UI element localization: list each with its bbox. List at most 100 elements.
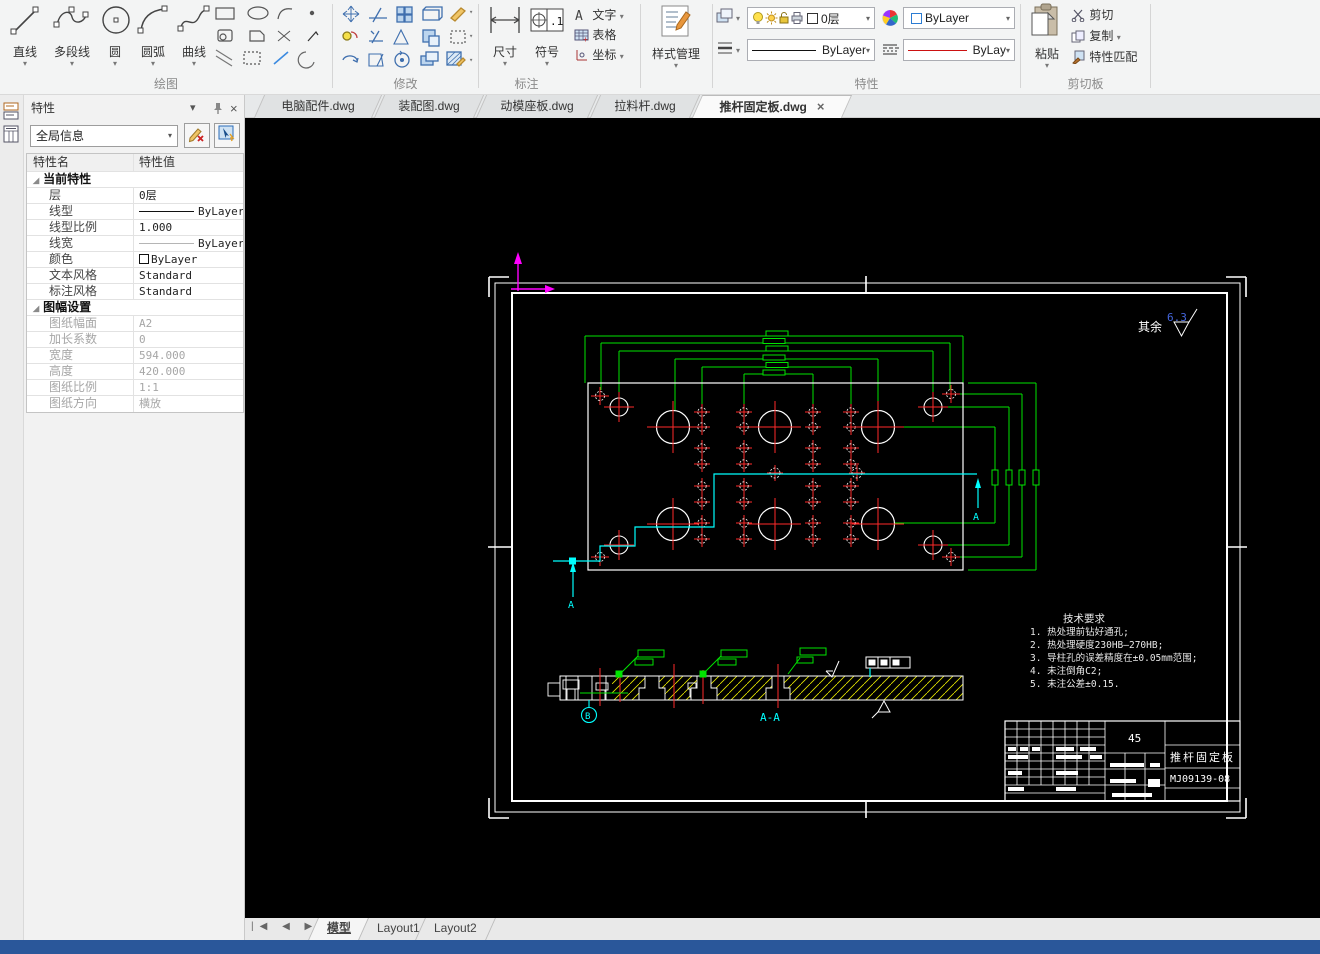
pin-icon[interactable]	[212, 102, 224, 115]
polyline-button[interactable]: 多段线 ▾	[46, 3, 98, 71]
collapse-icon: ◢	[33, 176, 40, 185]
ribbon-group-modify: ▾ ▾ ▾ 修改	[333, 0, 478, 95]
svg-text:5. 未注公差±0.15.: 5. 未注公差±0.15.	[1030, 678, 1119, 690]
chevron-down-icon[interactable]: ▾	[1028, 62, 1066, 70]
section-label-right: A	[973, 512, 979, 523]
chevron-down-icon[interactable]: ▾	[736, 46, 740, 55]
chevron-down-icon[interactable]: ▾	[1006, 14, 1010, 23]
properties-palette-icon[interactable]	[3, 101, 21, 121]
match-properties-button[interactable]: 特性匹配	[1071, 48, 1137, 66]
panel-dropdown-icon[interactable]: ▾	[190, 101, 196, 114]
lock-icon	[779, 12, 789, 24]
chevron-down-icon[interactable]: ▾	[620, 52, 624, 61]
status-strip	[0, 940, 1320, 954]
linetype-select[interactable]: ByLay ▾	[903, 39, 1015, 61]
color-swatch	[139, 254, 149, 264]
section-label-left: A	[568, 600, 574, 611]
table-header: 特性名 特性值	[27, 154, 243, 172]
panel-close-icon[interactable]: ×	[230, 101, 238, 116]
prop-row-lengthen: 加长系数 0	[27, 332, 243, 348]
chevron-down-icon[interactable]: ▾	[866, 46, 870, 55]
lineweight-preview	[139, 243, 194, 244]
doc-tab-5-active[interactable]: 推杆固定板.dwg ×	[697, 95, 847, 118]
lineweight-tools-button[interactable]	[716, 40, 734, 58]
symbol-button[interactable]: .1 符号 ▾	[528, 3, 566, 71]
lineweight-value: ByLayer	[821, 43, 866, 57]
prop-row-layer: 层 0层	[27, 188, 243, 204]
color-wheel-icon	[882, 10, 898, 26]
svg-text:.1: .1	[550, 15, 563, 28]
text-button[interactable]: A 文字 ▾	[574, 6, 624, 24]
dimension-label: 尺寸	[492, 45, 517, 59]
properties-panel: 特性 ▾ × 全局信息 ▾ 特性名 特性值 ◢ 当前特性 层 0层 线型 ByL…	[0, 95, 245, 940]
paste-button[interactable]: 粘贴 ▾	[1028, 3, 1066, 71]
doc-tab-4[interactable]: 拉料杆.dwg	[595, 95, 695, 118]
chevron-down-icon[interactable]: ▾	[133, 60, 173, 68]
chevron-down-icon[interactable]: ▾	[866, 14, 870, 23]
layer-select[interactable]: 0层 ▾	[747, 7, 875, 29]
svg-text:4. 未注倒角C2;: 4. 未注倒角C2;	[1030, 665, 1102, 677]
cut-button[interactable]: 剪切	[1071, 6, 1113, 24]
chevron-down-icon[interactable]: ▾	[620, 12, 624, 21]
chevron-down-icon[interactable]: ▾	[486, 60, 524, 68]
application-window: 直线 ▾ 多段线 ▾ 圆 ▾ 圆弧 ▾ 曲线 ▾ 绘图 ▾ ▾ ▾ 修改 尺寸 …	[0, 0, 1320, 954]
table-button[interactable]: + 表格	[574, 26, 616, 44]
title-block: 45 推杆固定板 MJ09139-08	[1004, 720, 1241, 802]
style-manager-button[interactable]: 样式管理 ▾	[644, 3, 708, 71]
top-dimension-labels	[762, 330, 789, 376]
scope-select[interactable]: 全局信息 ▾	[30, 125, 178, 147]
cad-drawing: 其余 6.3 A A B A-A 技术要求 1. 热处理前钻好通孔; 2. 热处…	[488, 252, 1247, 819]
edit-properties-button[interactable]	[184, 123, 210, 148]
chevron-down-icon[interactable]: ▾	[644, 62, 708, 70]
modify-icons[interactable]: ▾ ▾ ▾	[339, 4, 475, 72]
close-icon[interactable]: ×	[817, 99, 825, 114]
tab-model[interactable]: 模型	[313, 918, 365, 940]
library-palette-icon[interactable]	[3, 125, 21, 145]
doc-tab-2[interactable]: 装配图.dwg	[379, 95, 479, 118]
dimension-icon	[490, 7, 520, 33]
doc-tab-1[interactable]: 电脑配件.dwg	[259, 95, 377, 118]
properties-table: 特性名 特性值 ◢ 当前特性 层 0层 线型 ByLayer 线型比例 1.000…	[26, 153, 244, 413]
sun-icon	[765, 11, 778, 25]
chevron-down-icon[interactable]: ▾	[100, 60, 130, 68]
color-select[interactable]: ByLayer ▾	[903, 7, 1015, 29]
style-manager-label: 样式管理	[651, 47, 700, 61]
circle-button[interactable]: 圆 ▾	[100, 3, 130, 71]
coordinate-button[interactable]: 坐标 ▾	[574, 46, 624, 64]
svg-text:+: +	[583, 35, 588, 42]
draw-extra-icons[interactable]	[214, 4, 330, 70]
doc-tab-3[interactable]: 动模座板.dwg	[481, 95, 593, 118]
pick-object-button[interactable]	[214, 123, 240, 148]
ribbon-group-annotate: 尺寸 ▾ .1 符号 ▾ A 文字 ▾ + 表格 坐标 ▾ 标注	[479, 0, 640, 95]
hole-features	[591, 385, 960, 566]
brush-icon	[1072, 50, 1085, 65]
prop-row-linetype-scale: 线型比例 1.000	[27, 220, 243, 236]
drawing-canvas[interactable]: 其余 6.3 A A B A-A 技术要求 1. 热处理前钻好通孔; 2. 热处…	[245, 118, 1320, 918]
chevron-down-icon[interactable]: ▾	[1117, 33, 1121, 42]
chevron-down-icon[interactable]: ▾	[6, 60, 44, 68]
lineweight-select[interactable]: ByLayer ▾	[747, 39, 875, 61]
chevron-down-icon[interactable]: ▾	[736, 14, 740, 23]
chevron-down-icon[interactable]: ▾	[528, 60, 566, 68]
line-button[interactable]: 直线 ▾	[6, 3, 44, 71]
layer-tools-button[interactable]	[716, 8, 734, 26]
dimension-button[interactable]: 尺寸 ▾	[486, 3, 524, 71]
svg-text:A: A	[575, 9, 583, 22]
copy-button[interactable]: 复制 ▾	[1071, 27, 1121, 45]
cut-label: 剪切	[1089, 8, 1114, 22]
printer-icon	[791, 12, 803, 24]
group-sheet[interactable]: ◢ 图幅设置	[27, 300, 243, 316]
chevron-down-icon[interactable]: ▾	[1006, 46, 1010, 55]
arc-button[interactable]: 圆弧 ▾	[133, 3, 173, 71]
chevron-down-icon[interactable]: ▾	[46, 60, 98, 68]
line-icon	[10, 6, 39, 35]
tab-layout2[interactable]: Layout2	[420, 918, 491, 940]
section-title: A-A	[760, 711, 780, 724]
group-current[interactable]: ◢ 当前特性	[27, 172, 243, 188]
chevron-down-icon[interactable]: ▾	[176, 60, 212, 68]
prop-row-text-style: 文本风格 Standard	[27, 268, 243, 284]
spline-button[interactable]: 曲线 ▾	[176, 3, 212, 71]
text-label: 文字	[592, 8, 617, 22]
ucs-icon	[511, 252, 555, 293]
prop-row-lineweight: 线宽 ByLayer	[27, 236, 243, 252]
